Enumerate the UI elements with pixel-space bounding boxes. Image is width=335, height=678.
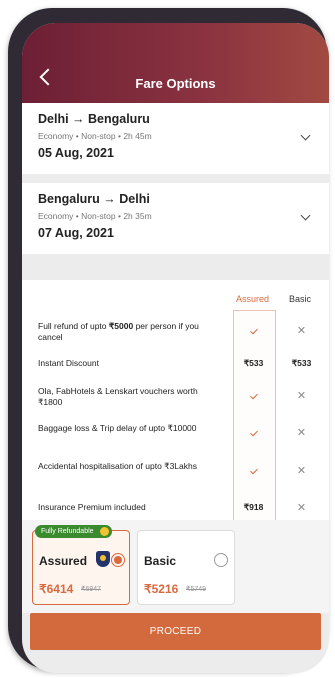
cross-icon: ✕ [296, 325, 307, 337]
radio-unselected[interactable] [214, 553, 228, 567]
trip-route: Bengaluru → Delhi [38, 192, 150, 206]
check-icon [249, 391, 258, 400]
assured-value [233, 466, 274, 476]
basic-value: ✕ [281, 501, 322, 514]
check-icon [249, 326, 258, 335]
assured-value [233, 391, 274, 401]
trip-date: 05 Aug, 2021 [38, 146, 114, 160]
shield-icon [96, 551, 110, 567]
basic-value: ✕ [281, 464, 322, 477]
trip-card-return[interactable]: Bengaluru → Delhi Economy • Non-stop • 2… [22, 183, 329, 254]
plan-card-basic[interactable]: Basic ₹5216 ₹5749 [137, 530, 235, 605]
top-bar: Fare Options [22, 23, 329, 103]
trip-meta: Economy • Non-stop • 2h 35m [38, 211, 152, 221]
feature-label: Accidental hospitalisation of upto ₹3Lak… [38, 461, 197, 471]
basic-value: ₹533 [291, 358, 312, 368]
column-header-basic: Basic [289, 294, 312, 304]
feature-label: Insurance Premium included [38, 502, 146, 512]
basic-value: ✕ [281, 324, 322, 337]
assured-column-highlight [233, 310, 276, 523]
assured-value [233, 428, 274, 438]
check-icon [249, 428, 258, 437]
plan-name: Basic [144, 554, 177, 568]
cross-icon: ✕ [296, 502, 307, 514]
column-header-assured: Assured [236, 294, 270, 304]
feature-label: Full refund of upto ₹5000 per person if … [38, 321, 199, 342]
plan-selector: Fully Refundable Assured ₹6414 ₹6947 Bas… [22, 520, 329, 613]
plan-old-price: ₹6947 [81, 586, 102, 593]
feature-label: Instant Discount [38, 358, 99, 368]
plan-card-assured[interactable]: Fully Refundable Assured ₹6414 ₹6947 [32, 525, 130, 605]
assured-value: ₹533 [243, 358, 264, 368]
cross-icon: ✕ [296, 465, 307, 477]
page-title: Fare Options [135, 76, 216, 91]
plan-name: Assured [39, 554, 88, 568]
assured-value [233, 326, 274, 336]
cross-icon: ✕ [296, 390, 307, 402]
app-screen: Fare Options Delhi → Bengaluru Economy •… [22, 23, 329, 673]
chevron-down-icon[interactable] [300, 130, 311, 141]
fare-comparison-table: Assured Basic Full refund of upto ₹5000 … [22, 280, 329, 523]
basic-value: ✕ [281, 426, 322, 439]
plan-old-price: ₹5749 [186, 586, 207, 593]
chevron-down-icon[interactable] [300, 210, 311, 221]
plan-price: ₹6414 [39, 582, 74, 596]
feature-label: Ola, FabHotels & Lenskart vouchers worth… [38, 386, 198, 407]
smile-emoji-icon [99, 527, 109, 536]
feature-label: Baggage loss & Trip delay of upto ₹10000 [38, 423, 197, 433]
phone-frame: Fare Options Delhi → Bengaluru Economy •… [8, 8, 329, 673]
cross-icon: ✕ [296, 427, 307, 439]
fully-refundable-badge: Fully Refundable [35, 525, 112, 538]
plan-price: ₹5216 [144, 582, 179, 596]
trip-date: 07 Aug, 2021 [38, 226, 114, 240]
trip-card-outbound[interactable]: Delhi → Bengaluru Economy • Non-stop • 2… [22, 103, 329, 174]
radio-selected[interactable] [111, 553, 125, 567]
proceed-button[interactable]: PROCEED [30, 613, 321, 650]
basic-value: ✕ [281, 389, 322, 402]
check-icon [249, 466, 258, 475]
trip-meta: Economy • Non-stop • 2h 45m [38, 131, 152, 141]
trip-route: Delhi → Bengaluru [38, 112, 150, 126]
assured-value: ₹918 [243, 502, 264, 512]
